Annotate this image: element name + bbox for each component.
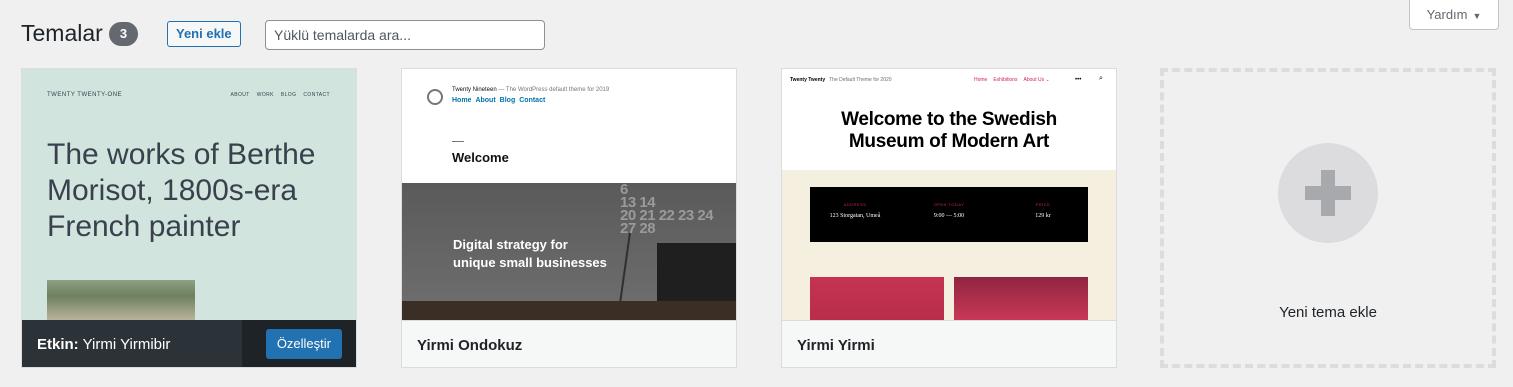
preview-nav-item: Exhibitions: [993, 77, 1018, 83]
theme-card-twenty-twenty-one[interactable]: TWENTY TWENTY-ONE ABOUT WORK BLOG CONTACT T…: [21, 68, 357, 368]
theme-name-bar: Yirmi Yirmi: [782, 320, 1116, 367]
preview-site-name: Twenty Twenty: [790, 77, 826, 83]
preview-nav-item: CONTACT: [303, 92, 330, 98]
add-new-theme-card[interactable]: Yeni tema ekle: [1160, 68, 1496, 368]
preview-headline: The works of Berthe Morisot, 1800s-era F…: [47, 138, 316, 243]
preview-artwork-image: [954, 277, 1088, 320]
preview-headline-line: Welcome to the Swedish: [841, 109, 1057, 130]
preview-nav-item: Blog: [499, 97, 516, 104]
preview-nav-item: WORK: [256, 92, 274, 98]
preview-site-title: TWENTY TWENTY-ONE: [47, 92, 123, 98]
theme-screenshot[interactable]: TWENTY TWENTY-ONE ABOUT WORK BLOG CONTACT T…: [22, 69, 356, 320]
preview-headline-line: Museum of Modern Art: [848, 131, 1050, 152]
preview-headline: Welcome to the Swedish Museum of Modern …: [782, 109, 1116, 153]
info-value: 123 Storgatan, Umeå: [829, 213, 881, 219]
preview-nav: Home About Blog Contact: [452, 97, 549, 104]
preview-nav-item: Home: [974, 77, 988, 83]
theme-name: Yirmi Yirmi: [797, 337, 875, 354]
preview-info-cell: OPEN TODAY 9:00 — 5:00: [904, 202, 994, 219]
preview-site-name: Twenty Nineteen: [452, 87, 497, 93]
preview-monitor: [657, 243, 736, 301]
preview-desk: [402, 301, 736, 320]
preview-site-title: Twenty Twenty The Default Theme for 2020: [790, 77, 892, 83]
preview-nav: Home Exhibitions About Us ⌄: [974, 77, 1056, 83]
theme-name-bar: Etkin: Yirmi Yirmibir Özelleştir: [22, 320, 356, 367]
info-value: 129 kr: [1035, 213, 1051, 219]
help-label: Yardım: [1426, 7, 1468, 22]
preview-painting-image: [47, 280, 195, 320]
preview-tagline: The Default Theme for 2020: [829, 77, 892, 83]
preview-site-title: Twenty Nineteen — The WordPress default …: [452, 87, 609, 93]
search-icon: ⌕: [1099, 75, 1103, 82]
theme-screenshot[interactable]: Twenty Nineteen — The WordPress default …: [402, 69, 736, 320]
preview-nav-item: ABOUT: [230, 92, 250, 98]
preview-hero-text: Digital strategy for unique small busine…: [453, 236, 607, 272]
customize-button[interactable]: Özelleştir: [265, 329, 342, 359]
theme-card-twenty-twenty[interactable]: Twenty Twenty The Default Theme for 2020 …: [781, 68, 1117, 368]
preview-content-area: ADDRESS 123 Storgatan, Umeå OPEN TODAY 9:0…: [782, 170, 1116, 320]
plus-icon-horizontal: [1305, 186, 1351, 200]
caret-down-icon: ▼: [1472, 11, 1482, 21]
preview-info-cell: PRICE 129 kr: [998, 202, 1088, 219]
preview-nav: ABOUT WORK BLOG CONTACT: [224, 92, 331, 98]
preview-divider: [452, 141, 464, 142]
theme-search-input[interactable]: [265, 20, 545, 50]
theme-name-text: Yirmi Yirmibir: [82, 336, 171, 353]
info-label: OPEN TODAY: [933, 202, 965, 207]
wordpress-logo-icon: [427, 89, 443, 105]
plus-icon: [1278, 143, 1378, 243]
preview-info-box: ADDRESS 123 Storgatan, Umeå OPEN TODAY 9:0…: [810, 187, 1088, 242]
preview-hero-line: Digital strategy for: [453, 237, 568, 252]
menu-icon: •••: [1075, 77, 1082, 83]
preview-hero-line: unique small businesses: [453, 255, 607, 270]
preview-nav-item: About: [475, 97, 496, 104]
theme-name: Etkin: Yirmi Yirmibir: [37, 336, 170, 353]
preview-welcome: Welcome: [452, 150, 509, 165]
preview-info-cell: ADDRESS 123 Storgatan, Umeå: [810, 202, 900, 219]
help-tab-button[interactable]: Yardım ▼: [1409, 0, 1499, 30]
theme-screenshot[interactable]: Twenty Twenty The Default Theme for 2020 …: [782, 69, 1116, 320]
preview-tagline: — The WordPress default theme for 2019: [498, 87, 610, 93]
preview-nav-item: Home: [452, 97, 472, 104]
theme-count-badge: 3: [109, 22, 138, 46]
theme-name-bar: Yirmi Ondokuz: [402, 320, 736, 367]
preview-artwork-image: [810, 277, 944, 320]
active-prefix: Etkin:: [37, 336, 79, 353]
preview-hero-image: 6 13 14 20 21 22 23 24 27 28 Digital str…: [402, 182, 736, 320]
theme-name: Yirmi Ondokuz: [417, 337, 523, 354]
theme-card-twenty-nineteen[interactable]: Twenty Nineteen — The WordPress default …: [401, 68, 737, 368]
add-new-theme-label: Yeni tema ekle: [1279, 304, 1377, 321]
preview-nav-item: Contact: [519, 97, 546, 104]
page-title: Temalar: [21, 20, 103, 46]
info-value: 9:00 — 5:00: [933, 213, 965, 219]
info-label: PRICE: [1035, 202, 1051, 207]
add-new-button[interactable]: Yeni ekle: [167, 21, 241, 47]
preview-nav-item: BLOG: [280, 92, 297, 98]
info-label: ADDRESS: [843, 202, 867, 207]
preview-plant: [619, 233, 659, 303]
preview-nav-item: About Us ⌄: [1023, 77, 1050, 83]
